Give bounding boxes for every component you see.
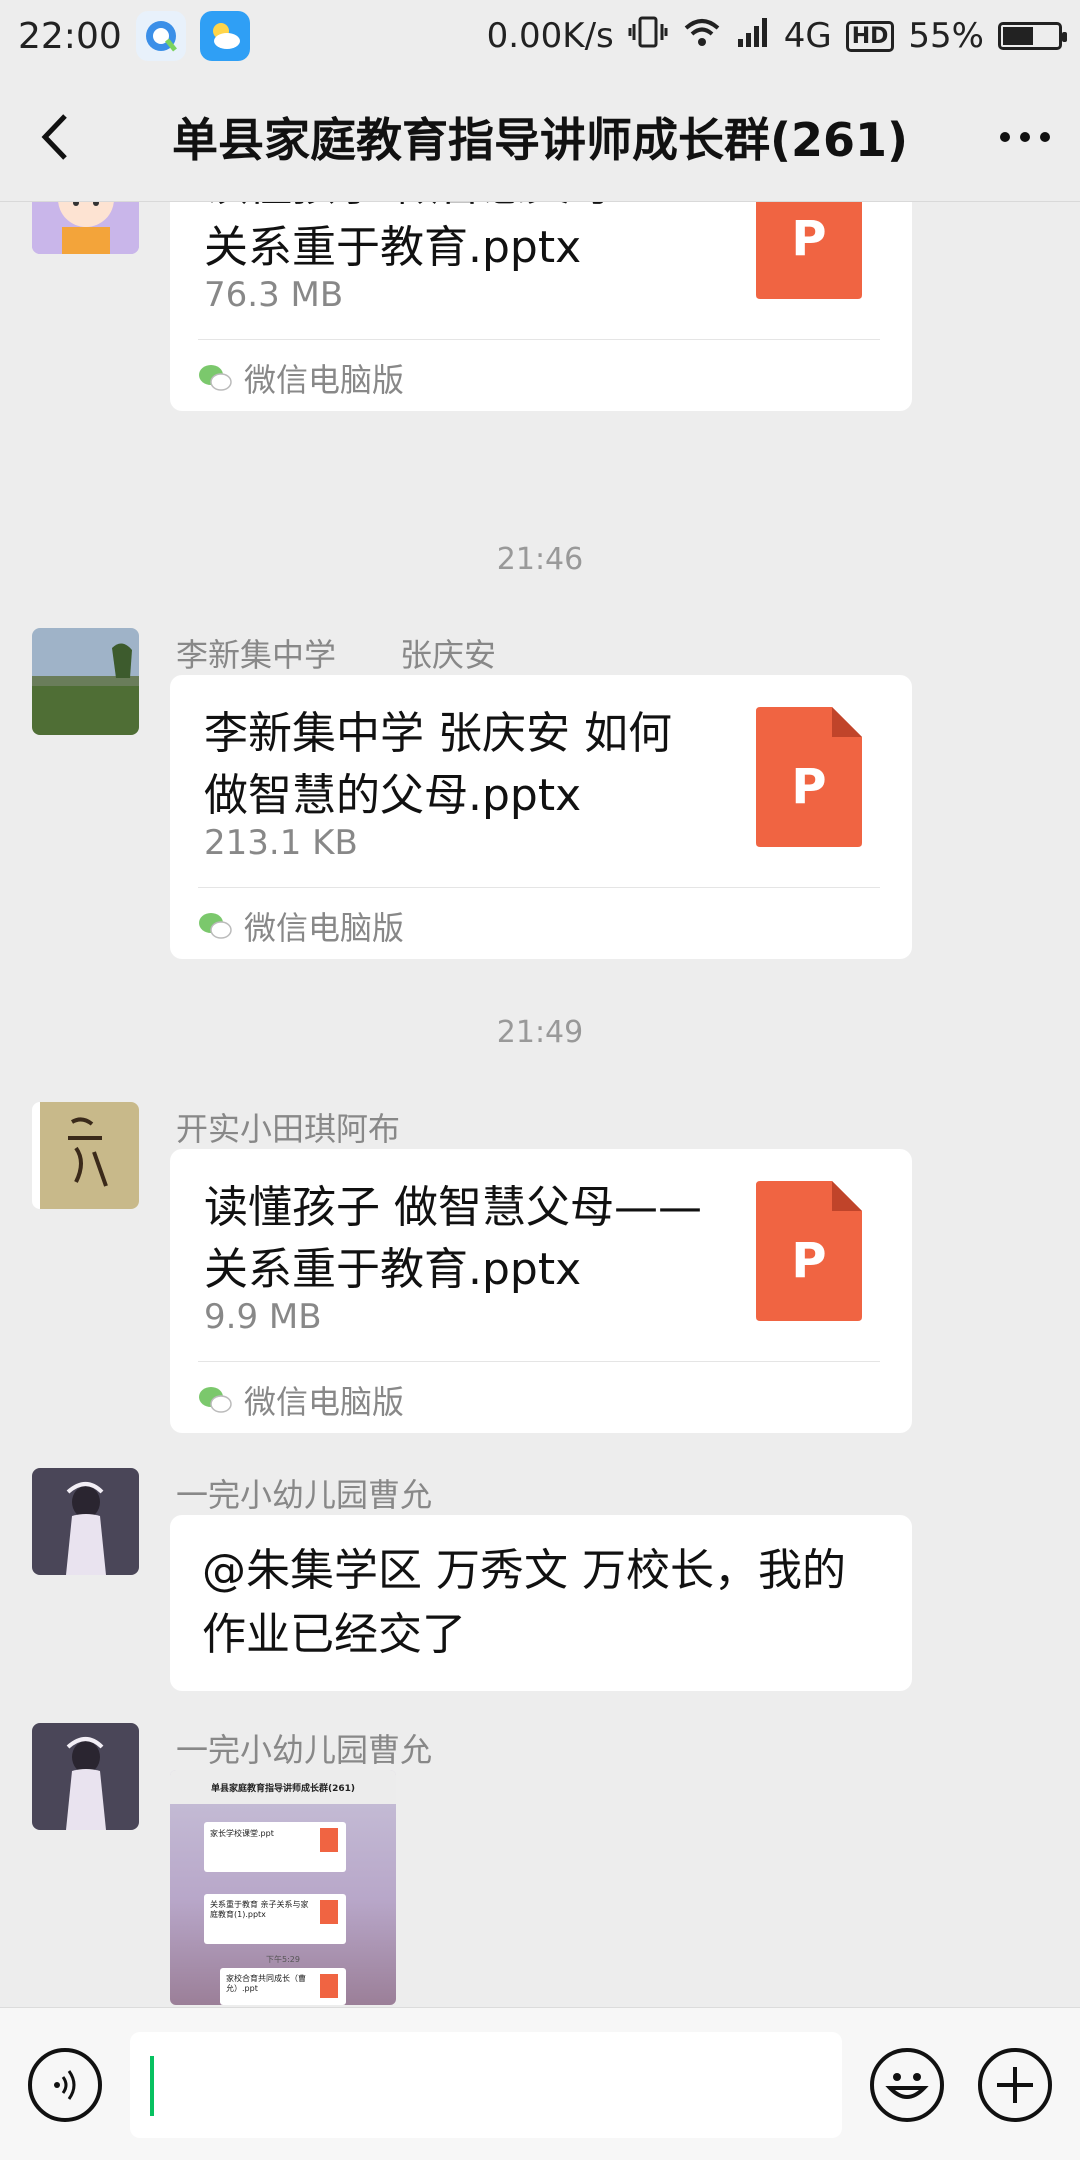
voice-icon: [54, 2070, 76, 2100]
file-message[interactable]: 读懂孩子 做智慧父母——关系重于教育.pptx 76.3 MB P 微信电脑版: [170, 202, 912, 411]
wechat-icon: [199, 365, 232, 391]
more-actions-button[interactable]: [978, 2048, 1052, 2122]
avatar[interactable]: [32, 202, 139, 254]
status-bar: 22:00 0.00K/s 4G HD 55%: [0, 0, 1080, 72]
signal-icon: [736, 15, 770, 58]
more-button[interactable]: [970, 72, 1080, 202]
divider: [198, 339, 880, 340]
browser-app-icon: [135, 11, 186, 61]
message-text: @朱集学区 万秀文 万校长，我的作业已经交了: [202, 1545, 846, 1660]
sender-name: 一完小幼儿园曹允: [176, 1476, 433, 1514]
avatar[interactable]: [32, 1102, 139, 1209]
thumb-header: 单县家庭教育指导讲师成长群(261): [170, 1770, 396, 1804]
chevron-left-icon: [41, 113, 67, 160]
network-speed: 0.00K/s: [486, 16, 614, 56]
ppt-file-icon: P: [756, 707, 862, 847]
timestamp: 21:46: [496, 542, 584, 577]
timestamp: 21:49: [496, 1015, 584, 1050]
sender-name: 开实小田琪阿布: [176, 1110, 401, 1148]
file-size: 213.1 KB: [204, 823, 358, 863]
network-type: 4G: [783, 16, 832, 56]
input-bar: [0, 2007, 1080, 2160]
thumb-file-card: 关系重于教育 亲子关系与家庭教育(1).pptx: [204, 1894, 346, 1944]
sender-name: 李新集中学 张庆安: [176, 636, 497, 674]
file-source: 微信电脑版: [198, 1375, 404, 1425]
ppt-file-icon: P: [756, 202, 862, 299]
plus-icon: [997, 2067, 1033, 2103]
smiley-icon: [885, 2073, 929, 2099]
chat-title: 单县家庭教育指导讲师成长群(261): [171, 112, 909, 167]
weather-app-icon: [199, 11, 250, 61]
chat-messages[interactable]: 读懂孩子 做智慧父母——关系重于教育.pptx 76.3 MB P 微信电脑版 …: [0, 202, 1080, 2007]
ppt-file-icon: P: [756, 1181, 862, 1321]
battery-percent: 55%: [908, 16, 984, 56]
file-name: 读懂孩子 做智慧父母——关系重于教育.pptx: [204, 202, 702, 273]
divider: [198, 1361, 880, 1362]
file-name: 读懂孩子 做智慧父母——关系重于教育.pptx: [204, 1182, 702, 1295]
text-message[interactable]: @朱集学区 万秀文 万校长，我的作业已经交了: [170, 1515, 912, 1691]
back-button[interactable]: [0, 72, 110, 202]
sender-name: 一完小幼儿园曹允: [176, 1731, 433, 1769]
voice-button[interactable]: [28, 2048, 102, 2122]
thumb-time: 下午5:29: [266, 1955, 300, 1964]
divider: [198, 887, 880, 888]
hd-badge: HD: [845, 20, 895, 52]
vibrate-icon: [628, 12, 668, 61]
file-source: 微信电脑版: [198, 901, 404, 951]
status-time: 22:00: [18, 15, 122, 57]
file-source: 微信电脑版: [198, 353, 404, 403]
wifi-icon: [682, 12, 722, 61]
wechat-icon: [199, 913, 232, 939]
more-dots-icon: [1000, 131, 1050, 142]
file-size: 9.9 MB: [204, 1297, 322, 1337]
battery-icon: [998, 22, 1067, 50]
avatar[interactable]: [32, 628, 139, 735]
thumb-file-card: 家长学校课堂.ppt: [204, 1822, 346, 1872]
text-caret: [150, 2056, 154, 2116]
chat-header: 单县家庭教育指导讲师成长群(261): [0, 72, 1080, 202]
file-name: 李新集中学 张庆安 如何做智慧的父母.pptx: [204, 708, 672, 821]
file-message[interactable]: 李新集中学 张庆安 如何做智慧的父母.pptx 213.1 KB P 微信电脑版: [170, 675, 912, 959]
emoji-button[interactable]: [870, 2048, 944, 2122]
wechat-icon: [199, 1387, 232, 1413]
message-input[interactable]: [130, 2032, 842, 2138]
image-message[interactable]: 单县家庭教育指导讲师成长群(261) 家长学校课堂.ppt 关系重于教育 亲子关…: [170, 1770, 396, 2005]
avatar[interactable]: [32, 1468, 139, 1575]
thumb-file-card: 家校合育共同成长（曹允）.ppt: [220, 1968, 346, 2005]
avatar[interactable]: [32, 1723, 139, 1830]
file-message[interactable]: 读懂孩子 做智慧父母——关系重于教育.pptx 9.9 MB P 微信电脑版: [170, 1149, 912, 1433]
file-size: 76.3 MB: [204, 275, 344, 315]
